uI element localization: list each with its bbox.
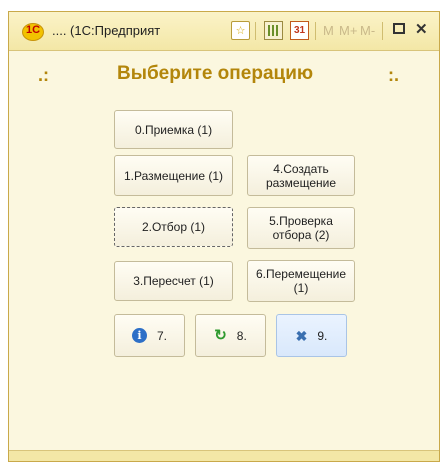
memory-plus-button[interactable]: M+	[339, 23, 357, 38]
calendar-day: 31	[293, 25, 306, 36]
refresh-icon: ↻	[214, 326, 227, 344]
action-7-button[interactable]: i 7.	[114, 314, 185, 357]
memory-minus-button[interactable]: M-	[360, 23, 375, 38]
window-bottom-border	[9, 450, 439, 461]
op-transfer-label: 6.Перемещение (1)	[256, 267, 346, 295]
memory-m-button[interactable]: M	[323, 23, 334, 38]
maximize-icon[interactable]	[393, 23, 405, 34]
info-icon: i	[131, 328, 147, 343]
op-placement-button[interactable]: 1.Размещение (1)	[114, 155, 233, 196]
calculator-icon[interactable]	[264, 21, 283, 40]
op-recount-button[interactable]: 3.Пересчет (1)	[114, 261, 233, 301]
title-bar: 1С .... (1С:Предприят ☆ 31 M M+ M- ✕	[9, 12, 439, 51]
toolbar-divider	[255, 22, 256, 40]
action-8-button[interactable]: ↻ 8.	[195, 314, 266, 357]
heading-row: .: Выберите операцию :.	[9, 62, 439, 90]
app-window: 1С .... (1С:Предприят ☆ 31 M M+ M- ✕ .: …	[8, 11, 440, 462]
logo-text: 1С	[26, 24, 41, 36]
toolbar-divider	[315, 22, 316, 40]
calendar-icon[interactable]: 31	[290, 21, 309, 40]
heading-left-marker: .:	[38, 65, 49, 85]
page-title: Выберите операцию	[117, 63, 314, 84]
op-transfer-button[interactable]: 6.Перемещение (1)	[247, 260, 355, 302]
close-window-button[interactable]: ✕	[415, 20, 428, 38]
op-picking-label: 2.Отбор (1)	[141, 220, 206, 234]
op-picking-check-label: 5.Проверка отбора (2)	[269, 214, 333, 242]
op-placement-label: 1.Размещение (1)	[124, 168, 223, 183]
action-9-label: 9.	[317, 328, 328, 343]
op-create-placement-label: 4.Создать размещение	[265, 161, 337, 190]
window-title: .... (1С:Предприят	[52, 23, 161, 38]
action-8-label: 8.	[236, 328, 247, 343]
action-7-label: 7.	[156, 328, 167, 343]
star-icon[interactable]: ☆	[231, 21, 250, 40]
op-picking-button[interactable]: 2.Отбор (1)	[114, 207, 233, 247]
toolbar-divider	[382, 22, 383, 40]
action-9-button[interactable]: ✖ 9.	[276, 314, 347, 357]
op-receiving-button[interactable]: 0.Приемка (1)	[114, 110, 233, 149]
close-x-icon: ✖	[295, 327, 308, 344]
op-picking-check-button[interactable]: 5.Проверка отбора (2)	[247, 207, 355, 249]
op-receiving-label: 0.Приемка (1)	[134, 122, 213, 137]
op-create-placement-button[interactable]: 4.Создать размещение	[247, 155, 355, 196]
1c-logo-icon[interactable]: 1С	[22, 23, 44, 41]
heading-right-marker: :.	[388, 65, 399, 85]
op-recount-label: 3.Пересчет (1)	[133, 274, 214, 288]
